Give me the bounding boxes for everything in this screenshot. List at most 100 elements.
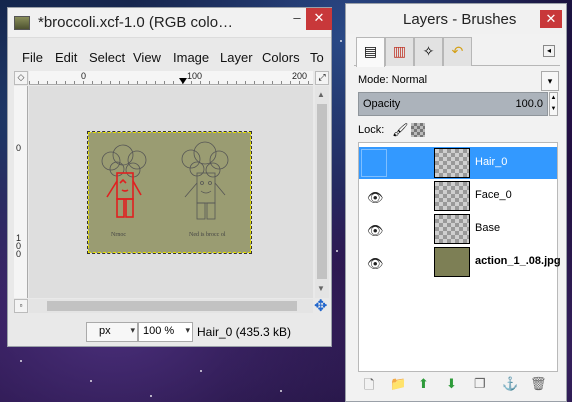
tab-undo-history[interactable]: ↶ xyxy=(443,37,472,66)
eye-icon: 👁 xyxy=(367,190,384,205)
ruler-tick: 0 xyxy=(81,71,87,81)
status-message: Hair_0 (435.3 kB) xyxy=(197,325,292,339)
opacity-slider[interactable]: Opacity 100.0 xyxy=(358,92,548,116)
alpha-lock-icon[interactable] xyxy=(411,123,425,137)
layers-window-titlebar[interactable]: Layers - Brushes ✕ xyxy=(346,4,566,34)
ruler-pointer-marker xyxy=(179,78,187,84)
layer-thumbnail xyxy=(434,181,470,211)
visibility-toggle[interactable]: 👁 xyxy=(361,248,387,276)
menu-colors[interactable]: Colors xyxy=(262,50,300,65)
scroll-down-icon[interactable]: ▼ xyxy=(317,284,325,293)
image-caption-right: Ned is brocc ol xyxy=(189,232,226,238)
new-layer-icon[interactable]: 🗋 xyxy=(364,376,374,398)
chevron-down-icon: ▾ xyxy=(185,325,190,335)
anchor-layer-icon[interactable]: ⚓ xyxy=(502,376,518,392)
close-button[interactable]: ✕ xyxy=(306,8,332,30)
image-window-title: *broccoli.xcf-1.0 (RGB colo… xyxy=(38,14,234,31)
vertical-ruler[interactable]: 0 1 0 0 xyxy=(14,86,28,298)
channels-icon: ▥ xyxy=(392,43,407,59)
menu-file[interactable]: File xyxy=(22,50,43,65)
mode-select[interactable]: ▾ xyxy=(541,71,559,91)
menu-tools[interactable]: To xyxy=(310,50,324,65)
menu-image[interactable]: Image xyxy=(173,50,209,65)
chain-toggle[interactable] xyxy=(389,149,419,177)
ruler-tick: 0 xyxy=(16,143,22,153)
paths-icon: ✧ xyxy=(422,43,435,59)
layer-thumbnail xyxy=(434,214,470,244)
visibility-toggle[interactable]: 👁 xyxy=(361,182,387,210)
vertical-scroll-thumb[interactable] xyxy=(317,104,327,279)
horizontal-scrollbar[interactable] xyxy=(29,299,313,313)
opacity-value: 100.0 xyxy=(515,98,543,110)
star xyxy=(340,40,342,42)
horizontal-ruler[interactable]: 0 100 200 xyxy=(29,71,313,85)
chain-toggle[interactable] xyxy=(389,182,419,210)
chain-toggle[interactable] xyxy=(389,215,419,243)
star xyxy=(280,390,282,392)
tab-paths[interactable]: ✧ xyxy=(414,37,443,66)
app-icon xyxy=(14,16,30,30)
layer-name[interactable]: Hair_0 xyxy=(475,156,507,168)
chevron-down-icon: ▾ xyxy=(130,325,135,335)
horizontal-scroll-thumb[interactable] xyxy=(47,301,297,311)
eye-icon: 👁 xyxy=(367,256,384,271)
vertical-scrollbar[interactable]: ▲ ▼ xyxy=(315,86,329,298)
tab-layers[interactable]: ▤ xyxy=(356,37,385,67)
layer-name[interactable]: Face_0 xyxy=(475,189,512,201)
close-button[interactable]: ✕ xyxy=(540,10,562,28)
tab-menu-button[interactable]: ◂ xyxy=(543,45,555,57)
layers-toolbar: 🗋 📁 ⬆ ⬇ ❐ ⚓ 🗑 xyxy=(358,376,558,396)
delete-layer-icon[interactable]: 🗑 xyxy=(530,376,547,392)
star xyxy=(90,380,92,382)
visibility-toggle[interactable]: 👁 xyxy=(361,215,387,243)
layer-row-action-1[interactable]: 👁 action_1_.08.jpg xyxy=(359,246,561,278)
zoom-select[interactable]: 100 % ▾ xyxy=(138,322,193,342)
undo-icon: ↶ xyxy=(451,43,464,59)
image-window-titlebar[interactable]: *broccoli.xcf-1.0 (RGB colo… – ✕ xyxy=(8,8,332,38)
paintbrush-icon[interactable]: 🖌 xyxy=(392,122,409,138)
opacity-spinner[interactable]: ▲ ▼ xyxy=(549,92,558,116)
scroll-up-icon[interactable]: ▲ xyxy=(317,90,325,99)
ruler-tick: 100 xyxy=(187,71,203,81)
layers-window: Layers - Brushes ✕ ▤ ▥ ✧ ↶ ◂ Mode: Norma… xyxy=(345,3,567,402)
unit-value: px xyxy=(99,325,111,337)
layer-thumbnail xyxy=(434,247,470,277)
new-layer-group-icon[interactable]: 📁 xyxy=(390,376,406,392)
broccoli-drawing: Nrnoc Ned is brocc ol xyxy=(89,133,250,252)
star xyxy=(20,360,22,362)
duplicate-layer-icon[interactable]: ❐ xyxy=(474,376,486,392)
chain-toggle[interactable] xyxy=(389,248,419,276)
mode-row: Mode: Normal ▾ xyxy=(358,71,559,91)
menu-select[interactable]: Select xyxy=(89,50,125,65)
image-layer-boundary[interactable]: Nrnoc Ned is brocc ol xyxy=(87,131,252,254)
navigate-icon[interactable]: ✥ xyxy=(314,296,327,316)
layer-name[interactable]: Base xyxy=(475,222,500,234)
star xyxy=(336,250,338,252)
layer-row-base[interactable]: 👁 Base xyxy=(359,213,557,245)
quick-mask-toggle[interactable]: ◇ xyxy=(14,71,28,85)
star xyxy=(200,370,202,372)
layer-thumbnail xyxy=(434,148,470,178)
layer-name[interactable]: action_1_.08.jpg xyxy=(475,255,561,267)
layers-window-title: Layers - Brushes xyxy=(403,11,517,28)
menu-edit[interactable]: Edit xyxy=(55,50,77,65)
layer-row-face-0[interactable]: 👁 Face_0 xyxy=(359,180,557,212)
zoom-fit-button[interactable]: ⤢ xyxy=(315,71,329,85)
visibility-toggle[interactable] xyxy=(361,149,387,177)
quick-mask-icon[interactable]: ▫ xyxy=(14,299,28,313)
opacity-label: Opacity xyxy=(363,98,401,110)
menu-view[interactable]: View xyxy=(133,50,161,65)
canvas[interactable]: Nrnoc Ned is brocc ol xyxy=(29,86,313,298)
chevron-down-icon: ▾ xyxy=(547,76,553,86)
image-caption-left: Nrnoc xyxy=(111,232,126,238)
lower-layer-icon[interactable]: ⬇ xyxy=(446,376,457,392)
unit-select[interactable]: px ▾ xyxy=(86,322,138,342)
ruler-tick: 1 0 0 xyxy=(16,233,22,259)
layer-row-hair-0[interactable]: Hair_0 xyxy=(359,147,557,179)
menu-layer[interactable]: Layer xyxy=(220,50,253,65)
horizontal-scroll-row: ▫ ✥ xyxy=(14,296,330,316)
eye-icon: 👁 xyxy=(367,223,384,238)
layer-list: Hair_0 👁 Face_0 👁 Base 👁 action_1_.08.jp… xyxy=(358,142,561,372)
raise-layer-icon[interactable]: ⬆ xyxy=(418,376,429,392)
tab-channels[interactable]: ▥ xyxy=(385,37,414,66)
